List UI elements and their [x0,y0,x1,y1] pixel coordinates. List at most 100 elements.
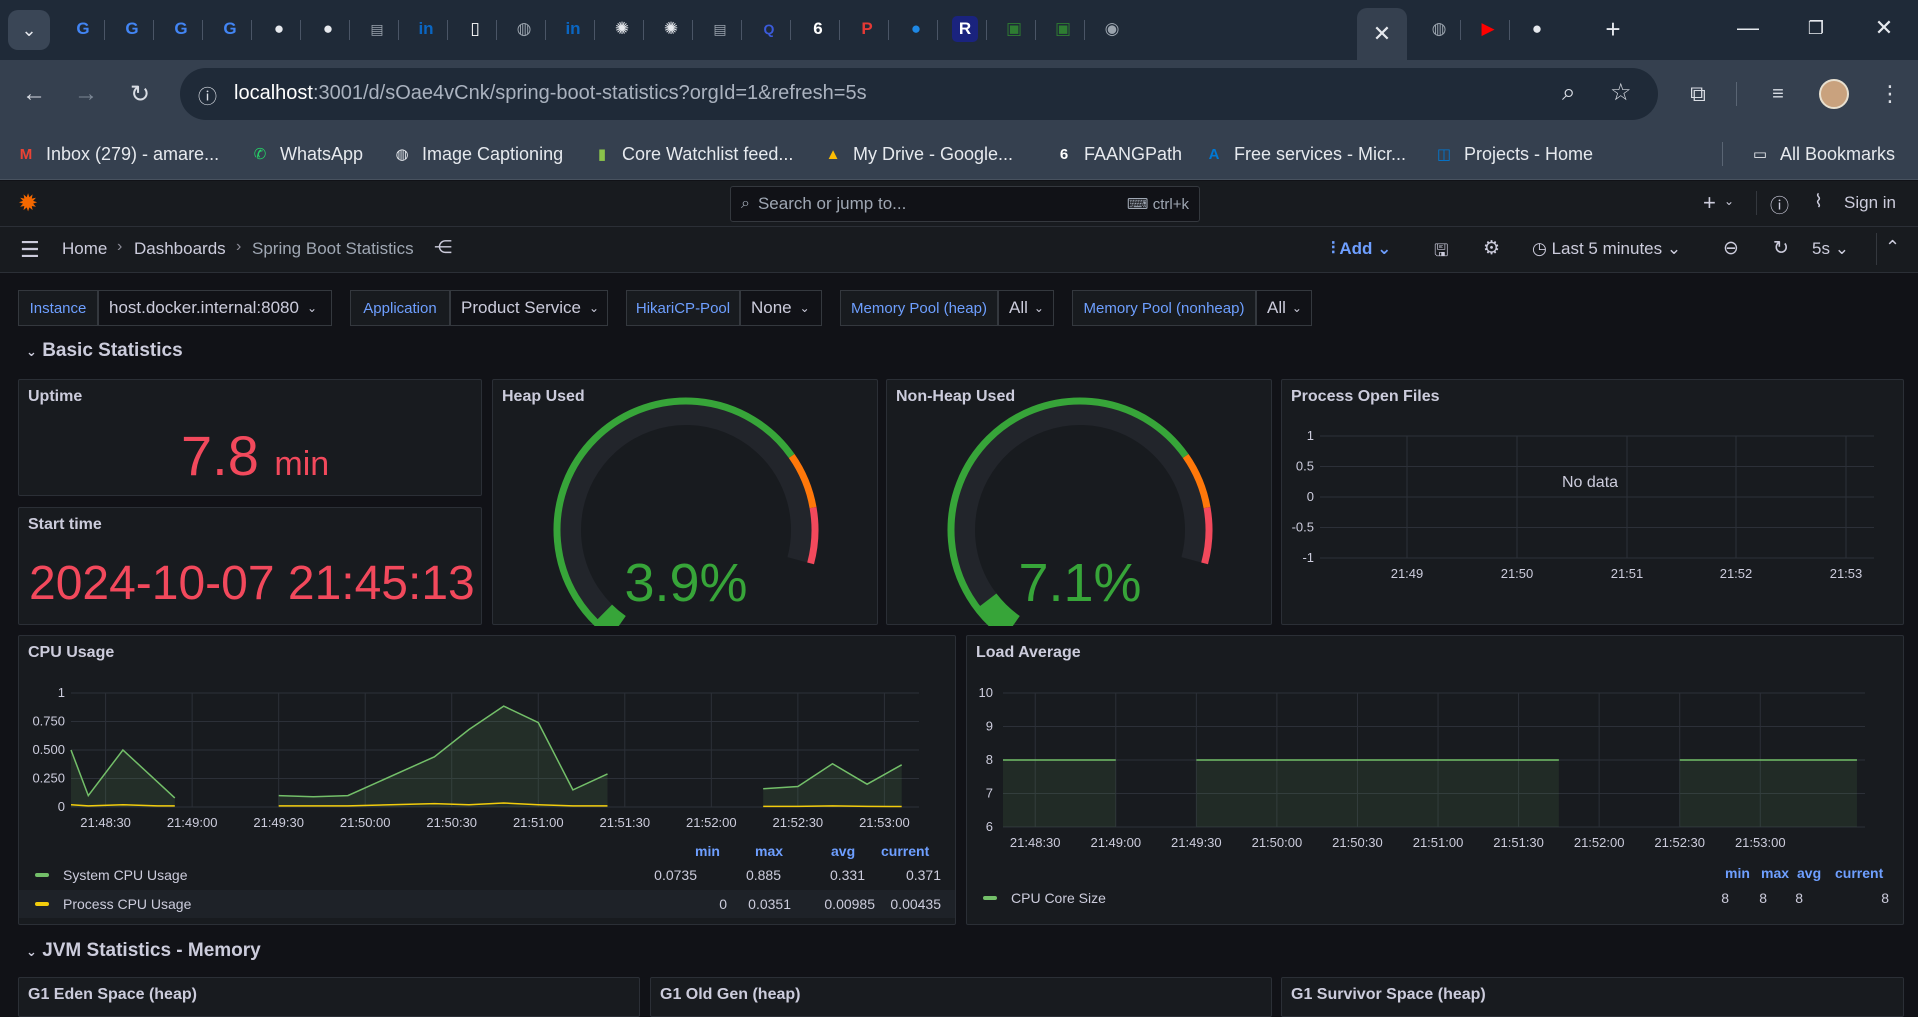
variable-select-instance[interactable]: host.docker.internal:8080 ⌄ [98,290,332,326]
back-icon[interactable]: ← [14,74,54,114]
page-icon[interactable]: ▤ [705,14,735,44]
panel-process-open-files[interactable]: Process Open Files 1 0.5 0 -0.5 -1 21:49 21:50… [1281,379,1904,625]
x-tick-label: 21:48:30 [1010,835,1061,850]
active-tab-close-icon[interactable]: ✕ [1357,8,1407,60]
add-button[interactable]: ⫶ Add ⌄ [1331,239,1391,259]
close-window-icon[interactable]: ✕ [1856,8,1912,48]
pdf-icon[interactable]: P [852,14,882,44]
refresh-interval-picker[interactable]: 5s ⌄ [1812,239,1849,259]
new-plus-icon[interactable]: + [1703,190,1716,216]
tab-search-dropdown-icon[interactable]: ⌄ [8,10,50,50]
bookmark-faangpath[interactable]: 6 FAANGPath [1052,138,1182,170]
browser-menu-icon[interactable]: ⋮ [1870,74,1910,114]
legend-row[interactable]: System CPU Usage 0.0735 0.885 0.331 0.37… [19,861,955,889]
bookmark-free-services[interactable]: A Free services - Micr... [1202,138,1406,170]
github-icon[interactable]: ● [264,14,294,44]
save-icon[interactable]: 🖫 [1434,238,1448,267]
legend-header-max[interactable]: max [1761,865,1789,881]
legend-header-current[interactable]: current [1835,865,1883,881]
bookmark-whatsapp[interactable]: ✆ WhatsApp [248,138,363,170]
chatgpt-icon[interactable]: ✺ [656,14,686,44]
variable-select-application[interactable]: Product Service ⌄ [450,290,608,326]
legend-header-avg[interactable]: avg [1797,865,1821,881]
browser-tab-strip: ⌄ G G G G ● ● ▤ in ▯ ◍ in ✺ ✺ ▤ Q 6 P ● … [0,0,1918,60]
grafana-logo-icon[interactable]: ✹ [18,189,38,218]
site-info-icon[interactable]: ⓘ [198,82,217,109]
restore-icon[interactable]: ❐ [1788,8,1844,48]
faangpath-icon[interactable]: 6 [803,14,833,44]
linkedin-icon[interactable]: in [411,14,441,44]
panel-g1-old-gen[interactable]: G1 Old Gen (heap) [650,977,1272,1017]
zoom-out-icon[interactable]: ⊖ [1723,237,1739,260]
row-header-jvm-memory[interactable]: ⌄ JVM Statistics - Memory [26,940,261,962]
globe-icon[interactable]: ◍ [509,14,539,44]
google-icon[interactable]: G [117,14,147,44]
panel-start-time[interactable]: Start time 2024-10-07 21:45:13 [18,507,482,625]
share-icon[interactable]: ⋲ [434,237,452,258]
app-icon[interactable]: ● [901,14,931,44]
google-icon[interactable]: G [166,14,196,44]
legend-row[interactable]: Process CPU Usage 0 0.0351 0.00985 0.004… [19,890,955,918]
panel-uptime[interactable]: Uptime 7.8 min [18,379,482,496]
panel-heap-used[interactable]: Heap Used 3.9% [492,379,878,626]
address-bar[interactable]: ⓘ localhost:3001/d/sOae4vCnk/spring-boot… [180,68,1658,120]
zoom-icon[interactable]: ⌕ [1562,79,1575,107]
github-icon[interactable]: ● [1522,14,1552,44]
media-control-icon[interactable]: ≡ [1758,74,1798,114]
bookmark-image-captioning[interactable]: ◍ Image Captioning [390,138,563,170]
breadcrumb-dashboards[interactable]: Dashboards [134,239,226,259]
all-bookmarks-button[interactable]: ▭ All Bookmarks [1748,138,1895,170]
globe-icon[interactable]: ◍ [1424,14,1454,44]
legend-header-avg[interactable]: avg [831,843,855,859]
settings-gear-icon[interactable]: ⚙ [1483,237,1500,260]
chatgpt-icon[interactable]: ✺ [607,14,637,44]
github-icon[interactable]: ● [313,14,343,44]
chrome-icon[interactable]: ◉ [1097,14,1127,44]
legend-header-current[interactable]: current [881,843,929,859]
bookmark-gmail[interactable]: M Inbox (279) - amare... [14,138,219,170]
google-icon[interactable]: G [68,14,98,44]
variable-select-memory-pool-nonheap[interactable]: All ⌄ [1256,290,1312,326]
menu-hamburger-icon[interactable]: ☰ [20,237,40,263]
panel-nonheap-used[interactable]: Non-Heap Used 7.1% [886,379,1272,626]
panel-cpu-usage[interactable]: CPU Usage 1 0.750 0.500 0.250 0 21:48:30 21:49… [18,635,956,925]
minimize-icon[interactable]: — [1720,8,1776,48]
search-input[interactable]: ⌕ Search or jump to... ⌨ ctrl+k [730,186,1200,222]
page-icon[interactable]: ▤ [362,14,392,44]
green-app-icon[interactable]: ▣ [1048,14,1078,44]
document-icon[interactable]: ▯ [460,14,490,44]
youtube-icon[interactable]: ▶ [1473,14,1503,44]
panel-g1-eden-space[interactable]: G1 Eden Space (heap) [18,977,640,1017]
search-app-icon[interactable]: Q [754,14,784,44]
panel-load-average[interactable]: Load Average 10 9 8 7 6 21:48:30 21:49:00 21:49… [966,635,1904,925]
sign-in-link[interactable]: Sign in [1844,193,1896,213]
forward-icon[interactable]: → [66,74,106,114]
legend-header-max[interactable]: max [755,843,783,859]
legend-header-min[interactable]: min [695,843,720,859]
variable-select-hikaricp-pool[interactable]: None ⌄ [740,290,822,326]
azure-devops-icon: ◫ [1436,146,1452,163]
variable-select-memory-pool-heap[interactable]: All ⌄ [998,290,1054,326]
google-icon[interactable]: G [215,14,245,44]
bookmark-my-drive[interactable]: ▲ My Drive - Google... [821,138,1013,170]
bookmark-star-icon[interactable]: ☆ [1610,78,1632,107]
panel-g1-survivor-space[interactable]: G1 Survivor Space (heap) [1281,977,1904,1017]
bookmark-core-watchlist[interactable]: ▮ Core Watchlist feed... [590,138,794,170]
breadcrumb-home[interactable]: Home [62,239,107,259]
news-feed-icon[interactable]: ⌇ [1814,191,1823,212]
row-header-basic-statistics[interactable]: ⌄ Basic Statistics [26,340,183,362]
extensions-icon[interactable]: ⧉ [1678,74,1718,114]
legend-header-min[interactable]: min [1725,865,1750,881]
collapse-chevron-up-icon[interactable]: ⌃ [1885,237,1900,258]
bookmark-projects-home[interactable]: ◫ Projects - Home [1432,138,1593,170]
refresh-icon[interactable]: ↻ [1773,237,1789,260]
help-icon[interactable]: ⓘ [1770,191,1789,218]
legend-row[interactable]: CPU Core Size 8 8 8 8 [967,884,1903,912]
time-range-picker[interactable]: ◷ Last 5 minutes ⌄ [1532,239,1681,259]
reload-icon[interactable]: ↻ [120,74,160,114]
r-app-icon[interactable]: R [952,16,978,42]
linkedin-icon[interactable]: in [558,14,588,44]
new-tab-icon[interactable]: + [1598,14,1628,44]
green-app-icon[interactable]: ▣ [999,14,1029,44]
profile-avatar[interactable] [1814,74,1854,114]
